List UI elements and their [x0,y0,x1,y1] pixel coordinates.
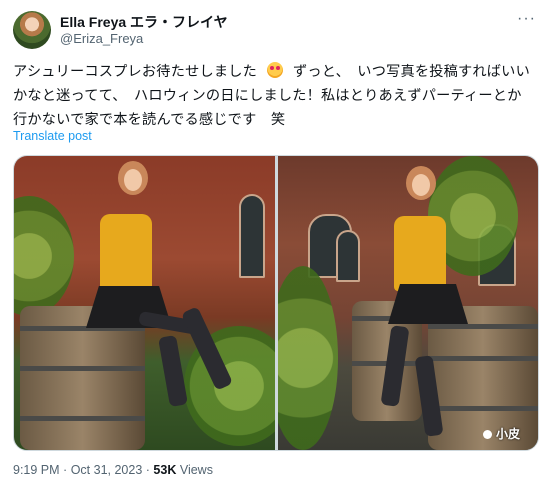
watermark: 小皮 [482,425,520,442]
star-struck-emoji-icon [267,62,284,78]
avatar[interactable] [13,11,51,49]
watermark-logo-icon [482,430,492,439]
meta-separator: · [63,463,68,477]
tweet-meta: 9:19 PM · Oct 31, 2023 · 53K Views [13,463,213,477]
more-options-icon[interactable]: ··· [517,10,536,28]
arched-window [239,194,265,278]
foliage [278,266,338,450]
photo-2[interactable]: 小皮 [278,156,538,450]
post-date[interactable]: Oct 31, 2023 [71,463,143,477]
author-handle[interactable]: @Eriza_Freya [60,31,143,46]
author-name[interactable]: Ella Freya エラ・フレイヤ [60,12,228,32]
arched-window [336,230,360,282]
media-grid: 小皮 [13,155,539,451]
meta-separator: · [145,463,150,477]
foliage [14,196,74,316]
views-count: 53K [153,463,177,477]
views-label: Views [179,463,213,477]
photo-1[interactable] [14,156,275,450]
watermark-text: 小皮 [495,427,520,441]
post-time[interactable]: 9:19 PM [13,463,60,477]
translate-post-link[interactable]: Translate post [13,129,92,143]
tweet-text-part1: アシュリーコスプレお待たせしました [13,64,258,80]
tweet-text: アシュリーコスプレお待たせしました ずっと、 いつ写真を投稿すればいいかなと迷って… [13,60,533,132]
